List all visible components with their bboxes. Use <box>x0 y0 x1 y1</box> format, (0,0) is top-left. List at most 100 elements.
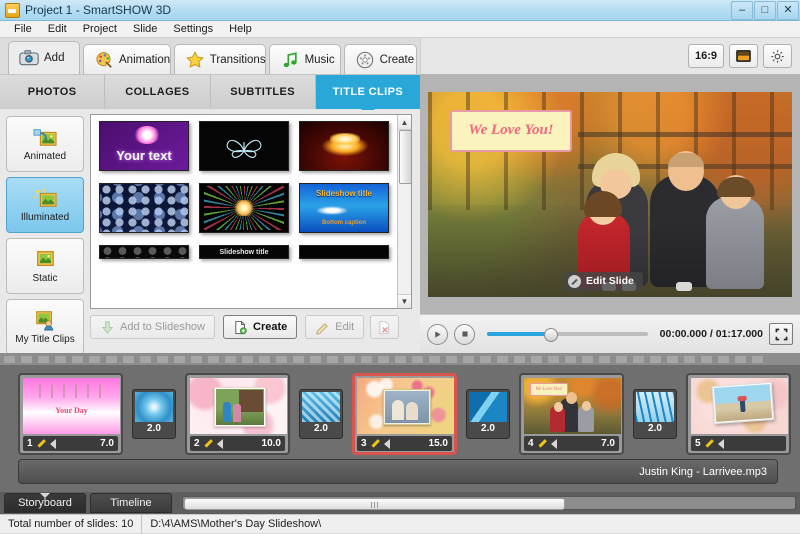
tab-collages[interactable]: COLLAGES <box>105 75 211 109</box>
scroll-down-button[interactable]: ▼ <box>398 294 411 308</box>
speaker-icon[interactable] <box>550 438 557 449</box>
widescreen-icon <box>736 50 751 62</box>
edit-slide-button[interactable]: Edit Slide <box>563 271 643 291</box>
tab-subtitles[interactable]: SUBTITLES <box>210 75 316 109</box>
gear-icon <box>771 49 784 63</box>
scroll-up-button[interactable]: ▲ <box>398 115 411 130</box>
seek-handle[interactable] <box>543 328 558 342</box>
maximize-button[interactable]: □ <box>754 1 776 20</box>
title-clip-starburst[interactable] <box>199 183 289 233</box>
transition-thumbnail <box>469 392 507 422</box>
title-clip-caption: Slideshow title <box>315 189 372 198</box>
create-button[interactable]: Create <box>223 315 298 339</box>
tab-transitions-label: Transitions <box>209 53 266 66</box>
stop-button[interactable] <box>454 323 475 345</box>
tab-timeline[interactable]: Timeline <box>90 493 172 513</box>
seek-fill <box>487 332 550 336</box>
title-clip-fire-burst[interactable] <box>299 121 389 171</box>
menu-edit[interactable]: Edit <box>40 21 75 38</box>
tab-storyboard[interactable]: Storyboard <box>4 493 86 513</box>
menu-file[interactable]: File <box>6 21 40 38</box>
title-clip-caption: Your text <box>116 148 172 163</box>
scrollbar-thumb[interactable] <box>399 130 411 184</box>
slide-number: 4 <box>528 438 534 449</box>
title-clip-snow-particles[interactable] <box>99 183 189 233</box>
delete-icon <box>379 320 390 334</box>
title-clip-black[interactable] <box>299 245 389 259</box>
grid-rows: Your text Slideshow title Bottom caption… <box>91 115 397 271</box>
preview-toolbar: 16:9 <box>420 38 800 74</box>
menu-project[interactable]: Project <box>75 21 125 38</box>
storyboard-slide[interactable]: 2 10.0 <box>185 373 290 455</box>
slide-duration: 15.0 <box>428 438 448 449</box>
illuminated-frame-icon <box>32 187 57 207</box>
transition-item[interactable]: 2.0 <box>299 389 343 439</box>
grid-vertical-scrollbar[interactable]: ▲ ▼ <box>397 115 411 308</box>
tab-add[interactable]: Add <box>8 41 80 74</box>
category-my-title-clips[interactable]: My Title Clips <box>6 299 84 355</box>
tab-photos[interactable]: PHOTOS <box>0 75 106 109</box>
tab-transitions[interactable]: Transitions <box>173 44 266 74</box>
fullscreen-button[interactable] <box>769 323 793 345</box>
minimize-button[interactable]: – <box>731 1 753 20</box>
title-clip-dark-particles[interactable] <box>99 245 189 259</box>
title-clip-caption: Slideshow title <box>219 249 269 256</box>
static-frame-icon <box>37 251 54 267</box>
close-button[interactable]: ✕ <box>777 1 799 20</box>
transition-item[interactable]: 2.0 <box>633 389 677 439</box>
preview-video[interactable]: We Love You! Edit Slide <box>428 91 792 297</box>
slide-duration: 7.0 <box>601 438 615 449</box>
menu-slide[interactable]: Slide <box>125 21 165 38</box>
preview-text-card: We Love You! <box>450 109 572 152</box>
edit-pencil-icon[interactable] <box>37 439 46 448</box>
delete-clip-button[interactable] <box>370 315 400 339</box>
storyboard-slide[interactable]: 5 <box>686 373 791 455</box>
storyboard-slide[interactable]: We Love You! 4 7.0 <box>519 373 624 455</box>
category-illuminated[interactable]: Illuminated <box>6 177 84 233</box>
add-to-slideshow-button[interactable]: Add to Slideshow <box>90 315 215 339</box>
transition-item[interactable]: 2.0 <box>466 389 510 439</box>
storyboard-horizontal-scrollbar[interactable] <box>182 496 796 510</box>
tab-title-clips[interactable]: TITLE CLIPS <box>315 75 420 116</box>
slide-thumbnail <box>357 378 454 434</box>
tab-create[interactable]: Create <box>343 44 417 74</box>
slide-strip[interactable]: Your Day 1 7.0 2.0 2 10.0 2.0 3 15.0 2.0… <box>0 365 800 457</box>
play-button[interactable] <box>427 323 448 345</box>
menu-settings[interactable]: Settings <box>165 21 221 38</box>
tab-animation[interactable]: Animation <box>83 44 171 74</box>
aspect-ratio-button[interactable]: 16:9 <box>687 44 724 68</box>
menu-help[interactable]: Help <box>221 21 260 38</box>
slide-title-text: Your Day <box>55 406 88 415</box>
category-animated[interactable]: Animated <box>6 116 84 172</box>
speaker-icon[interactable] <box>216 438 223 449</box>
edit-pencil-icon[interactable] <box>705 439 714 448</box>
title-clip-grid[interactable]: Your text Slideshow title Bottom caption… <box>90 114 412 309</box>
speaker-icon[interactable] <box>49 438 56 449</box>
preview-settings-button[interactable] <box>763 44 792 68</box>
edit-pencil-icon[interactable] <box>538 439 547 448</box>
edit-pencil-icon[interactable] <box>204 439 213 448</box>
speaker-icon[interactable] <box>383 438 390 449</box>
grid-row: Slideshow title <box>99 245 397 259</box>
edit-button[interactable]: Edit <box>305 315 365 339</box>
storyboard-slide-selected[interactable]: 3 15.0 <box>352 373 457 455</box>
storyboard-slide[interactable]: Your Day 1 7.0 <box>18 373 123 455</box>
left-panel: Add Animation Transitions Music Create P… <box>0 38 420 355</box>
title-clip-slideshow-title-blue[interactable]: Slideshow title Bottom caption <box>299 183 389 233</box>
seek-bar[interactable] <box>487 328 648 342</box>
transition-item[interactable]: 2.0 <box>132 389 176 439</box>
camera-icon <box>19 50 39 66</box>
title-clip-slideshow-title-dark[interactable]: Slideshow title <box>199 245 289 259</box>
screen-mode-button[interactable] <box>729 44 758 68</box>
scrollbar-thumb[interactable] <box>184 498 566 510</box>
star-icon <box>186 51 204 68</box>
music-track-bar[interactable]: Justin King - Larrivee.mp3 <box>18 459 778 484</box>
speaker-icon[interactable] <box>717 438 724 449</box>
tab-music[interactable]: Music <box>268 44 341 74</box>
edit-pencil-icon[interactable] <box>371 439 380 448</box>
title-clip-butterfly[interactable] <box>199 121 289 171</box>
slide-number: 3 <box>361 438 367 449</box>
title-clip-your-text[interactable]: Your text <box>99 121 189 171</box>
category-static[interactable]: Static <box>6 238 84 294</box>
category-list: Animated Illuminated Static My Title Cli… <box>6 116 84 360</box>
